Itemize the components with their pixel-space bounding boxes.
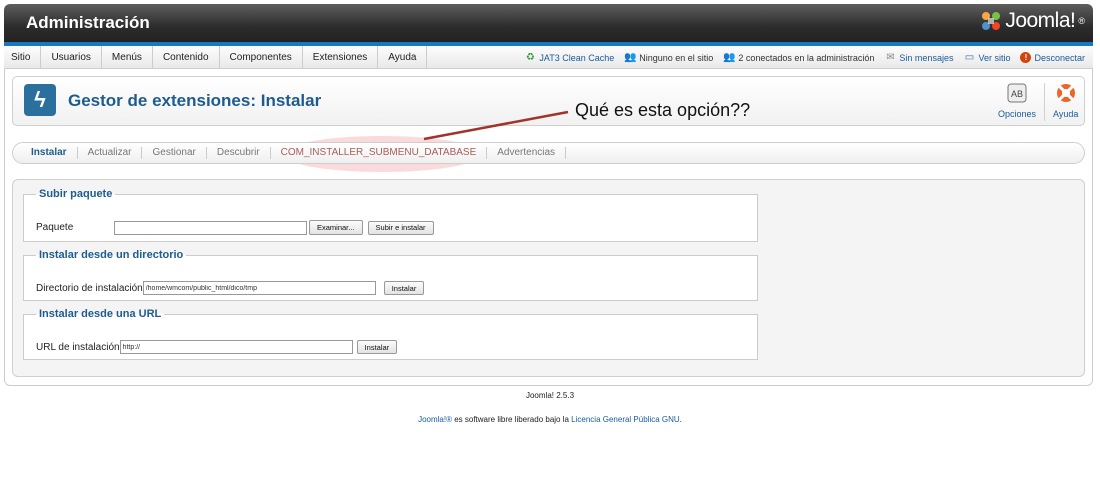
logout-icon: ! [1020,52,1032,63]
menu-item-extensiones[interactable]: Extensiones [303,46,379,69]
toolbar: ϟ Gestor de extensiones: Instalar AB Opc… [12,76,1085,126]
site-users-status: 👥 Ninguno en el sitio [624,52,713,63]
directory-input[interactable] [142,281,376,295]
svg-text:AB: AB [1011,89,1023,99]
tab-actualizar[interactable]: Actualizar [78,147,143,159]
view-site-link[interactable]: ▭ Ver sitio [963,52,1011,63]
joomla-link[interactable]: Joomla!® [418,415,452,424]
upload-fieldset: Subir paquete Paquete Examinar... Subir … [23,188,758,242]
status-bar: ♻ JAT3 Clean Cache 👥 Ninguno en el sitio… [524,46,1085,69]
annotation-text: Qué es esta opción?? [575,100,751,120]
installer-subnav: Instalar Actualizar Gestionar Descubrir … [12,142,1085,164]
license-text: Joomla!® es software libre liberado bajo… [0,415,1100,424]
help-button[interactable]: Ayuda [1053,82,1078,119]
help-label: Ayuda [1053,109,1079,119]
mail-icon: ✉ [886,52,895,63]
menu-bar: Sitio Usuarios Menús Contenido Component… [4,46,1093,69]
users-icon: 👥 [624,52,637,63]
url-legend: Instalar desde una URL [39,308,162,320]
tab-instalar[interactable]: Instalar [31,147,78,159]
directory-fieldset: Instalar desde un directorio Directorio … [23,249,758,301]
lifebuoy-icon [1056,84,1075,102]
directory-legend: Instalar desde un directorio [39,249,184,261]
menu-item-usuarios[interactable]: Usuarios [41,46,102,69]
messages-link[interactable]: ✉ Sin mensajes [884,52,953,63]
page-title: Gestor de extensiones: Instalar [68,91,322,110]
url-input[interactable] [119,340,353,354]
license-period: . [679,415,682,424]
menu-item-ayuda[interactable]: Ayuda [378,46,428,69]
menu-item-componentes[interactable]: Componentes [220,46,303,69]
browse-button[interactable]: Examinar... [309,220,363,235]
messages-label: Sin mensajes [899,52,954,63]
license-body: es software libre liberado bajo la [451,415,572,424]
clean-cache-link[interactable]: ♻ JAT3 Clean Cache [524,52,614,63]
upload-legend: Subir paquete [39,188,113,200]
logout-link[interactable]: ! Desconectar [1020,52,1085,63]
admin-title: Administración [26,13,150,32]
options-button[interactable]: AB Opciones [998,82,1036,119]
logout-label: Desconectar [1034,52,1085,63]
menu-item-contenido[interactable]: Contenido [153,46,220,69]
options-icon: AB [1007,83,1027,103]
version-text: Joomla! 2.5.3 [525,391,575,400]
install-url-button[interactable]: Instalar [356,340,398,354]
upload-install-button[interactable]: Subir e instalar [367,220,434,235]
view-site-label: Ver sitio [978,52,1011,63]
install-directory-button[interactable]: Instalar [383,281,425,295]
menu-item-sitio[interactable]: Sitio [4,46,42,69]
options-label: Opciones [998,109,1037,119]
site-users-label: Ninguno en el sitio [639,52,714,63]
joomla-logo-icon [982,12,1001,30]
admin-users-status: 👥 2 conectados en la administración [723,52,874,63]
install-icon: ϟ [24,84,56,116]
tab-advertencias[interactable]: Advertencias [487,147,567,159]
tab-database[interactable]: COM_INSTALLER_SUBMENU_DATABASE [271,147,488,159]
license-link[interactable]: Licencia General Pública GNU [571,415,680,424]
clean-cache-label: JAT3 Clean Cache [539,52,615,63]
tab-gestionar[interactable]: Gestionar [142,147,207,159]
toolbar-divider [1044,83,1045,121]
admin-users-label: 2 conectados en la administración [738,52,875,63]
monitor-icon: ▭ [964,52,975,63]
url-fieldset: Instalar desde una URL URL de instalació… [23,308,758,360]
recycle-icon: ♻ [525,52,535,63]
joomla-logo-text: Joomla! [1005,9,1076,32]
joomla-logo: Joomla! ® [980,9,1085,33]
admin-users-icon: 👥 [723,52,736,63]
package-file-input[interactable] [114,220,307,235]
package-label: Paquete [36,222,74,233]
menu-item-menus[interactable]: Menús [102,46,153,69]
admin-header: Administración Joomla! ® [4,4,1093,42]
url-label: URL de instalación [36,341,120,353]
tab-descubrir[interactable]: Descubrir [207,147,271,159]
main-menu: Sitio Usuarios Menús Contenido Component… [4,46,428,69]
directory-label: Directorio de instalación [36,282,143,294]
joomla-logo-reg: ® [1078,16,1085,26]
